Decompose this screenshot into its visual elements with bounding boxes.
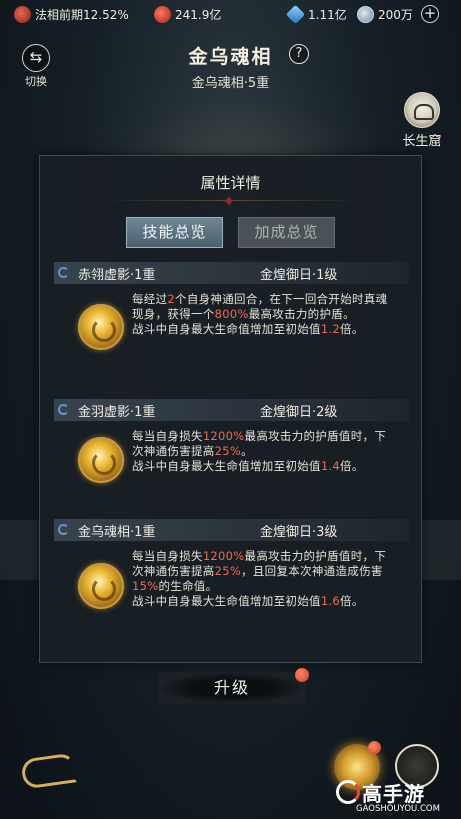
changsheng-cave-button[interactable]: 长生窟 bbox=[394, 92, 450, 149]
highlight-value: 1200% bbox=[202, 549, 245, 563]
background-card-left bbox=[0, 520, 40, 580]
highlight-value: 1.4 bbox=[320, 459, 341, 473]
skill-source: 金煌御日·1级 bbox=[260, 268, 338, 283]
realm-text: 法相前期12.52% bbox=[35, 7, 129, 22]
highlight-value: 1.2 bbox=[320, 322, 341, 336]
realm-icon bbox=[14, 5, 31, 23]
gem-stat[interactable]: 1.11亿 bbox=[285, 4, 347, 24]
desc-text: 最高攻击力的护盾。 bbox=[248, 307, 355, 321]
skill-coin-icon bbox=[78, 437, 124, 483]
desc-text: 战斗中自身最大生命值增加至初始值 bbox=[132, 459, 321, 473]
skill-name: 赤翎虚影·1重 bbox=[78, 268, 156, 283]
desc-text: 每当自身损失 bbox=[132, 429, 203, 443]
skill-source: 金煌御日·3级 bbox=[260, 525, 338, 540]
skill-name: 金乌魂相·1重 bbox=[78, 525, 156, 540]
highlight-value: 800% bbox=[214, 307, 249, 321]
skill-header: 金羽虚影·1重 金煌御日·2级 bbox=[54, 399, 409, 421]
moon-bullet-icon bbox=[58, 404, 69, 415]
desc-text: 的生命值。 bbox=[158, 579, 218, 593]
cave-label: 长生窟 bbox=[402, 134, 442, 149]
desc-text: 。 bbox=[241, 444, 253, 458]
skill-description: 每当自身损失1200%最高攻击力的护盾值时，下次神通伤害提高25%。 战斗中自身最… bbox=[132, 429, 396, 474]
skill-description: 每经过2个自身神通回合，在下一回合开始时真魂现身，获得一个800%最高攻击力的护… bbox=[132, 292, 396, 337]
skill-name: 金羽虚影·1重 bbox=[78, 405, 156, 420]
highlight-value: 25% bbox=[214, 564, 242, 578]
watermark-logo-icon bbox=[336, 780, 360, 804]
highlight-value: 1200% bbox=[202, 429, 245, 443]
skill-coin-icon bbox=[78, 563, 124, 609]
gem-icon bbox=[285, 4, 306, 24]
gem-text: 1.11亿 bbox=[308, 7, 347, 22]
desc-text: 倍。 bbox=[340, 594, 364, 608]
tab-skill-overview[interactable]: 技能总览 bbox=[126, 217, 223, 248]
moon-bullet-icon bbox=[58, 524, 69, 535]
watermark-main: 高手游 bbox=[362, 782, 425, 806]
background-card-right bbox=[421, 520, 461, 580]
skill-description: 每当自身损失1200%最高攻击力的护盾值时，下次神通伤害提高25%，且回复本次神… bbox=[132, 549, 396, 609]
cave-icon bbox=[404, 92, 440, 128]
power-stat: 241.9亿 bbox=[154, 4, 221, 24]
skill-header: 金乌魂相·1重 金煌御日·3级 bbox=[54, 519, 409, 541]
page-subtitle: 金乌魂相·5重 bbox=[191, 76, 270, 91]
top-status-bar: 法相前期12.52% 241.9亿 1.11亿 200万 + bbox=[0, 0, 461, 28]
desc-text: 战斗中自身最大生命值增加至初始值 bbox=[132, 322, 321, 336]
coin-text: 200万 bbox=[378, 7, 413, 22]
upgrade-button[interactable]: 升级 bbox=[158, 672, 306, 704]
attribute-details-panel: 属性详情 技能总览 加成总览 赤翎虚影·1重 金煌御日·1级 每经过2个自身神通… bbox=[39, 155, 422, 663]
highlight-value: 2 bbox=[167, 292, 176, 306]
watermark-sub: GAOSHOUYOU.COM bbox=[356, 804, 440, 814]
notification-dot-icon bbox=[295, 668, 309, 682]
coin-stat[interactable]: 200万 bbox=[357, 4, 413, 24]
highlight-value: 25% bbox=[214, 444, 242, 458]
divider-ornament-icon bbox=[224, 196, 234, 206]
panel-title: 属性详情 bbox=[200, 174, 261, 192]
realm-stat: 法相前期12.52% bbox=[14, 4, 129, 24]
power-icon bbox=[154, 5, 171, 23]
highlight-value: 15% bbox=[132, 579, 159, 593]
desc-text: 战斗中自身最大生命值增加至初始值 bbox=[132, 594, 321, 608]
moon-bullet-icon bbox=[58, 267, 69, 278]
highlight-value: 1.6 bbox=[320, 594, 341, 608]
add-currency-button[interactable]: + bbox=[421, 5, 439, 23]
skill-header: 赤翎虚影·1重 金煌御日·1级 bbox=[54, 262, 409, 284]
tab-bonus-overview[interactable]: 加成总览 bbox=[238, 217, 335, 248]
cloud-menu-icon[interactable] bbox=[20, 752, 78, 790]
site-watermark: 高手游 GAOSHOUYOU.COM bbox=[330, 778, 458, 818]
desc-text: 每当自身损失 bbox=[132, 549, 203, 563]
notification-dot-icon bbox=[368, 741, 381, 754]
power-text: 241.9亿 bbox=[175, 7, 222, 22]
page-title: 金乌魂相 bbox=[188, 46, 273, 68]
help-icon[interactable]: ? bbox=[289, 44, 309, 64]
desc-text: 每经过 bbox=[132, 292, 168, 306]
skill-source: 金煌御日·2级 bbox=[260, 405, 338, 420]
coin-icon bbox=[357, 5, 374, 23]
skill-coin-icon bbox=[78, 304, 124, 350]
desc-text: 倍。 bbox=[340, 459, 364, 473]
desc-text: 倍。 bbox=[340, 322, 364, 336]
desc-text: ，且回复本次神通造成伤害 bbox=[241, 564, 383, 578]
